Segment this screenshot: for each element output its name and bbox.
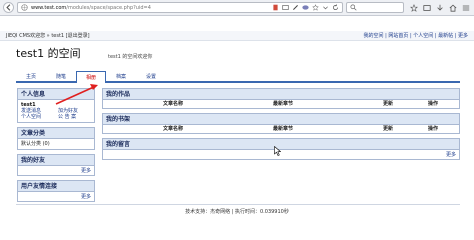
friends-more-link[interactable]: 更多 [18,166,94,175]
tab-essay[interactable]: 随笔 [46,71,76,83]
home-icon[interactable] [449,4,457,12]
col-updated: 更新 [382,126,393,132]
works-columns: 文章名称 最新章节 更新 操作 [103,100,459,108]
category-box: 文章分类 默认分类 (0) [17,127,95,150]
page-icon[interactable] [272,4,279,11]
notice-link[interactable]: 公 告 案 [58,114,91,120]
globe-icon [21,4,28,11]
col-latest-chapter: 最新章节 [272,101,293,107]
url-text: www.test.com/modules/space/space.php?uid… [31,5,269,11]
sidebar: 个人信息 test1 发送消息 加为好友 个人空间 公 告 案 文章分类 默认分… [17,88,95,206]
menu-icon[interactable] [462,4,470,12]
works-heading: 我的作品 [103,89,459,100]
bookshelf-panel: 我的书架 文章名称 最新章节 更新 操作 [102,113,460,134]
reader-icon[interactable] [282,4,289,11]
dropdown-icon[interactable] [322,4,329,11]
address-bar[interactable]: www.test.com/modules/space/space.php?uid… [17,2,343,13]
star-icon[interactable] [312,4,319,11]
main-content: 我的作品 文章名称 最新章节 更新 操作 我的书架 文章名称 最新章节 更新 操… [102,88,460,164]
links-box: 用户友情连接 更多 [17,180,95,202]
links-heading: 用户友情连接 [18,181,94,192]
col-actions: 操作 [427,101,438,107]
profile-heading: 个人信息 [18,89,94,100]
messages-more-link[interactable]: 更多 [103,150,459,159]
browser-toolbar: www.test.com/modules/space/space.php?uid… [0,0,474,16]
url-host: www.test.com [31,4,67,11]
back-arrow-icon [6,4,11,11]
col-latest-chapter: 最新章节 [272,126,293,132]
site-top-bar: JIEQI CMS欢迎您 » test1 [退出登录] 我的空间 | 网站首页 … [0,31,474,41]
php-icon[interactable] [302,4,309,11]
pen-icon[interactable] [292,4,299,11]
search-input[interactable] [346,2,404,13]
col-article-name: 文章名称 [162,101,183,107]
tab-album[interactable]: 相册 [76,71,106,83]
space-title: test1 的空间 [16,47,81,60]
footer-text: 技术支持：杰奇网络 | 执行时间：0.039910秒 [185,209,289,215]
tab-home[interactable]: 主页 [16,71,46,83]
col-actions: 操作 [427,126,438,132]
default-category-link[interactable]: 默认分类 (0) [21,141,50,147]
tab-archive[interactable]: 档案 [106,71,136,83]
library-icon[interactable] [423,4,431,12]
profile-box: 个人信息 test1 发送消息 加为好友 个人空间 公 告 案 [17,88,95,123]
works-panel: 我的作品 文章名称 最新章节 更新 操作 [102,88,460,109]
messages-heading: 我的留言 [103,139,459,150]
bookmark-star-icon[interactable] [410,3,418,12]
back-button[interactable] [3,2,14,13]
bookshelf-heading: 我的书架 [103,114,459,125]
footer-divider [16,204,460,205]
download-icon[interactable] [436,4,444,12]
col-article-name: 文章名称 [162,126,183,132]
reload-icon[interactable] [332,4,339,11]
links-more-link[interactable]: 更多 [18,192,94,201]
tab-settings[interactable]: 设置 [136,71,166,83]
col-updated: 更新 [382,101,393,107]
search-icon [350,4,357,11]
space-description: test1 的空间欢迎你 [108,54,153,60]
friends-box: 我的好友 更多 [17,154,95,176]
friends-heading: 我的好友 [18,155,94,166]
mouse-cursor-icon [274,146,281,156]
url-path: /modules/space/space.php?uid=4 [66,4,151,11]
category-heading: 文章分类 [18,128,94,139]
top-right-links[interactable]: 我的空间 | 网站首页 | 个人空间 | 最新帖 | 更多 [364,32,468,39]
personal-space-link[interactable]: 个人空间 [21,114,54,120]
messages-panel: 我的留言 更多 [102,138,460,160]
welcome-text[interactable]: JIEQI CMS欢迎您 » test1 [退出登录] [6,32,90,39]
bookshelf-columns: 文章名称 最新章节 更新 操作 [103,125,459,133]
tab-bar: 主页 随笔 相册 档案 设置 [16,71,460,83]
